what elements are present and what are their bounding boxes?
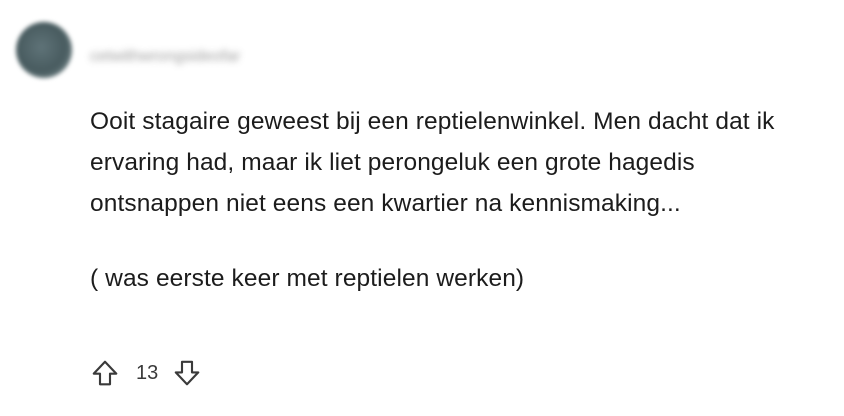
comment-paragraph: ( was eerste keer met reptielen werken): [90, 265, 525, 292]
vote-count: 13: [136, 362, 159, 384]
avatar[interactable]: [16, 22, 72, 78]
downvote-button[interactable]: [170, 356, 204, 390]
comment-body: Ooit stagaire geweest bij een reptielenw…: [90, 101, 830, 299]
vote-bar: 13: [88, 353, 204, 393]
username[interactable]: cetwithwrongsideofar: [90, 48, 240, 66]
comment: cetwithwrongsideofar Ooit stagaire gewee…: [0, 0, 844, 416]
comment-paragraph: Ooit stagaire geweest bij een reptielenw…: [90, 108, 775, 217]
arrow-up-outline-icon: [92, 360, 118, 386]
arrow-down-outline-icon: [174, 360, 200, 386]
upvote-button[interactable]: [88, 356, 122, 390]
